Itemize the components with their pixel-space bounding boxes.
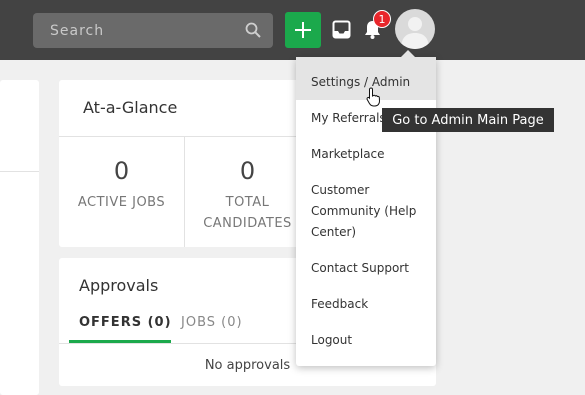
user-icon xyxy=(401,17,429,49)
menu-item-feedback[interactable]: Feedback xyxy=(296,294,436,315)
menu-item-contact-support[interactable]: Contact Support xyxy=(296,258,436,279)
tooltip: Go to Admin Main Page xyxy=(382,108,554,132)
stat-active-jobs[interactable]: 0 ACTIVE JOBS xyxy=(59,156,184,213)
dropdown-caret xyxy=(401,50,415,57)
search-input[interactable] xyxy=(48,21,242,40)
inbox-icon[interactable] xyxy=(332,20,351,43)
stat-label: TOTAL CANDIDATES xyxy=(185,192,310,234)
menu-item-marketplace[interactable]: Marketplace xyxy=(296,144,436,165)
stat-value: 0 xyxy=(239,157,256,185)
divider xyxy=(0,171,39,172)
search-icon[interactable] xyxy=(245,22,261,42)
tab-jobs[interactable]: JOBS (0) xyxy=(181,315,243,330)
stat-value: 0 xyxy=(113,157,130,185)
hand-cursor-icon xyxy=(366,87,382,111)
stat-total-candidates[interactable]: 0 TOTAL CANDIDATES xyxy=(185,156,310,234)
menu-item-label-line: Community (Help xyxy=(311,204,417,218)
stat-label-line: CANDIDATES xyxy=(203,216,292,231)
stat-label-line: TOTAL xyxy=(225,195,270,210)
left-panel xyxy=(0,80,39,395)
menu-item-label-line: Center) xyxy=(311,225,357,239)
add-button[interactable] xyxy=(285,12,321,48)
search-box[interactable] xyxy=(33,13,273,48)
top-nav-bar: 1 xyxy=(0,0,585,60)
avatar[interactable] xyxy=(395,9,435,49)
card-title: At-a-Glance xyxy=(83,98,178,117)
menu-item-logout[interactable]: Logout xyxy=(296,330,436,351)
plus-icon xyxy=(295,22,311,38)
menu-item-customer-community[interactable]: Customer Community (Help Center) xyxy=(296,180,436,243)
card-title: Approvals xyxy=(79,276,159,295)
tab-offers[interactable]: OFFERS (0) xyxy=(79,315,172,330)
menu-item-label-line: Customer xyxy=(311,183,370,197)
stat-label: ACTIVE JOBS xyxy=(77,195,166,210)
notification-badge: 1 xyxy=(373,10,391,28)
